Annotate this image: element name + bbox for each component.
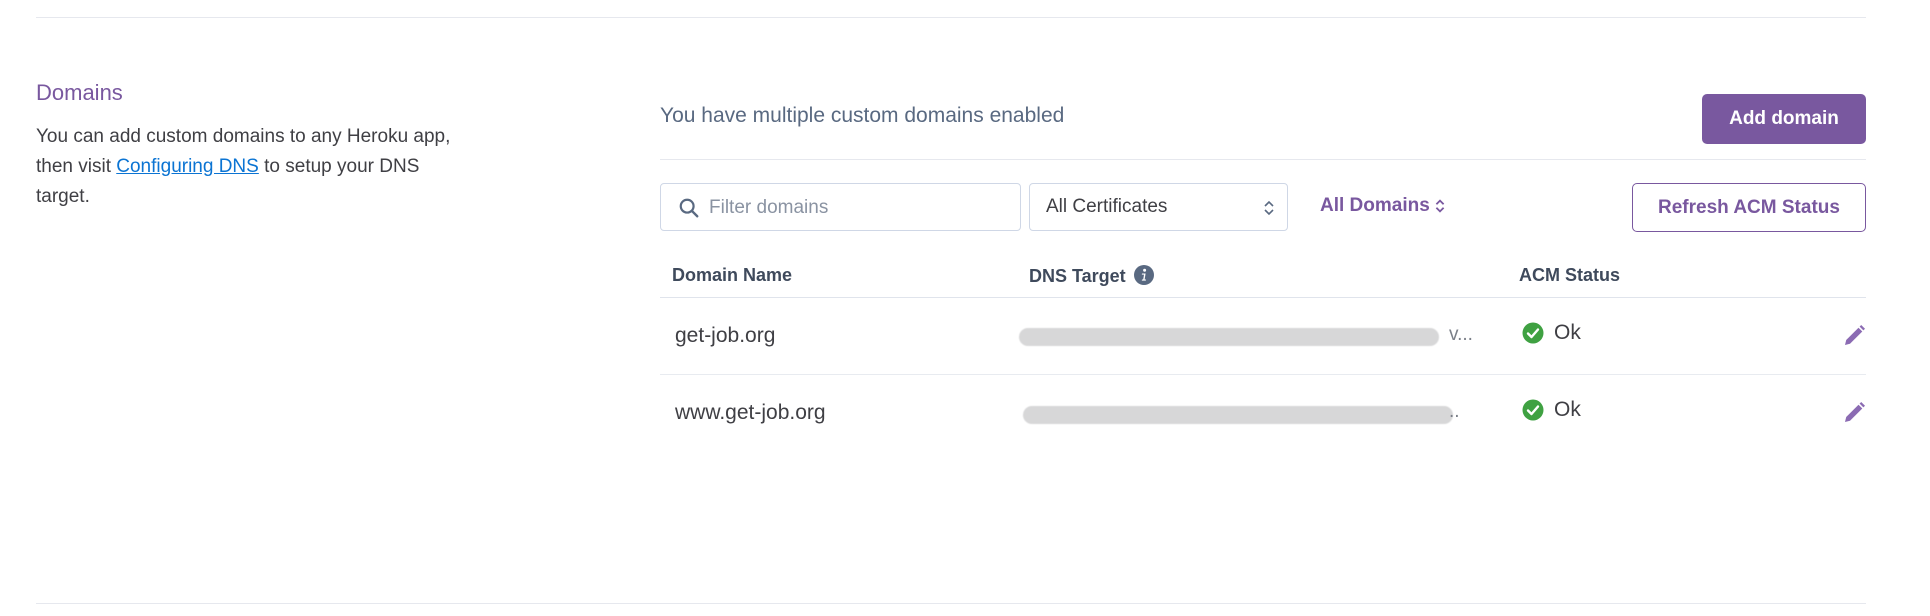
column-acm-status: ACM Status <box>1507 255 1757 298</box>
table-row: get-job.org v... Ok <box>660 297 1866 375</box>
domains-settings-page: Domains You can add custom domains to an… <box>0 0 1930 616</box>
info-icon[interactable] <box>1133 264 1154 285</box>
all-domains-label: All Domains <box>1320 195 1430 216</box>
section-title: Domains <box>36 80 123 105</box>
column-dns-target: DNS Target <box>1017 255 1507 298</box>
dns-target-cell: v... <box>1017 297 1507 375</box>
domains-panel: You have multiple custom domains enabled… <box>660 92 1866 451</box>
bottom-divider <box>36 603 1866 604</box>
search-icon <box>679 198 699 218</box>
column-actions <box>1757 255 1866 298</box>
chevron-updown-icon <box>1264 200 1274 216</box>
dns-target-suffix: .. <box>1449 400 1460 422</box>
column-domain-name: Domain Name <box>660 255 1017 298</box>
certificate-select-value: All Certificates <box>1046 196 1168 217</box>
domain-name-cell: get-job.org <box>660 297 1017 375</box>
refresh-acm-status-button[interactable]: Refresh ACM Status <box>1632 183 1866 232</box>
filter-toolbar: All Certificates All Domains Refresh ACM… <box>660 183 1866 253</box>
top-divider <box>36 17 1866 18</box>
domains-table: Domain Name DNS Target ACM Status get-jo… <box>660 255 1866 451</box>
actions-cell <box>1757 297 1866 375</box>
pencil-icon[interactable] <box>1842 401 1866 425</box>
acm-status-label: Ok <box>1554 321 1581 344</box>
acm-status: Ok <box>1522 321 1581 345</box>
filter-domains-input[interactable] <box>707 192 1007 224</box>
column-dns-target-label: DNS Target <box>1029 265 1126 286</box>
add-domain-button[interactable]: Add domain <box>1702 94 1866 144</box>
all-domains-dropdown[interactable]: All Domains <box>1320 195 1446 217</box>
redacted-dns-target <box>1019 327 1439 346</box>
dns-target-suffix: v... <box>1449 323 1473 345</box>
configuring-dns-link[interactable]: Configuring DNS <box>116 156 259 177</box>
table-row: www.get-job.org .. Ok <box>660 374 1866 451</box>
domain-name-cell: www.get-job.org <box>675 400 826 424</box>
acm-status-cell: Ok <box>1507 297 1757 375</box>
actions-cell <box>1757 374 1866 451</box>
domains-summary-text: You have multiple custom domains enabled <box>660 104 1065 127</box>
domains-section-info: Domains You can add custom domains to an… <box>36 78 466 212</box>
redacted-dns-target <box>1023 405 1453 424</box>
chevron-updown-icon <box>1435 199 1445 213</box>
domains-header: You have multiple custom domains enabled… <box>660 92 1866 160</box>
certificate-select[interactable]: All Certificates <box>1029 183 1288 231</box>
acm-status-cell: Ok <box>1507 374 1757 451</box>
check-circle-icon <box>1522 322 1544 344</box>
pencil-icon[interactable] <box>1842 324 1866 348</box>
table-header-row: Domain Name DNS Target ACM Status <box>660 255 1866 298</box>
dns-target-cell: .. <box>1017 374 1507 451</box>
check-circle-icon <box>1522 399 1544 421</box>
section-description: You can add custom domains to any Heroku… <box>36 122 466 212</box>
filter-domains-field[interactable] <box>660 183 1021 231</box>
acm-status: Ok <box>1522 398 1581 422</box>
acm-status-label: Ok <box>1554 398 1581 422</box>
